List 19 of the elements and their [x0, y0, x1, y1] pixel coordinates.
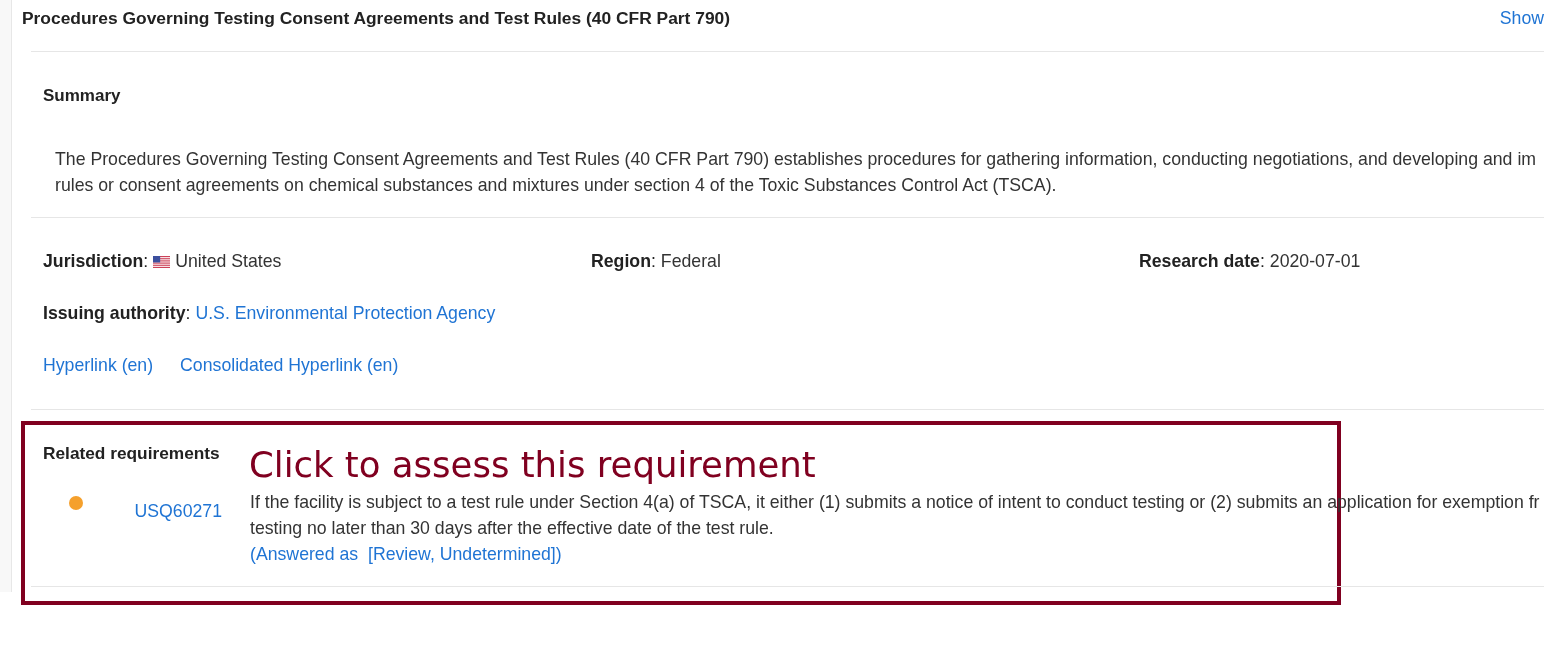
field-value: Federal — [660, 250, 721, 273]
hyperlink[interactable]: Hyperlink (en) — [43, 352, 154, 378]
requirement-id-link[interactable]: USQ60271 — [134, 501, 222, 521]
field-value: 2020-07-01 — [1269, 250, 1361, 273]
field-label: Research date: — [1139, 250, 1265, 273]
section-title: Procedures Governing Testing Consent Agreements and Test Rules (40 CFR Part 790) — [22, 7, 731, 30]
show-link[interactable]: Show — [1499, 5, 1544, 31]
hyperlink[interactable]: Consolidated Hyperlink (en) — [180, 352, 399, 378]
field-value: United States — [175, 250, 282, 273]
field-label: Jurisdiction: — [43, 250, 149, 273]
flag-icon — [153, 255, 171, 268]
summary-text: The Procedures Governing Testing Consent Agreements and Test Rules (40 CFR Part 790) establishes procedures for gathering information, conducting negotiations, and developing and im rules or consent agreements on chemical substances and mixtures under section 4 of the Toxic Substances Control Act (TSCA). — [55, 148, 1537, 197]
field-label: Issuing authority: — [43, 302, 191, 325]
summary-heading: Summary — [43, 85, 121, 107]
related-heading: Related requirements — [43, 442, 220, 465]
annotation-label: Click to assess this requirement — [249, 444, 816, 486]
authority-link[interactable]: U.S. Environmental Protection Agency — [195, 300, 496, 326]
answer-link[interactable]: (Answered as [Review, Undetermined]) — [250, 541, 562, 567]
field-label: Region: — [591, 250, 656, 273]
